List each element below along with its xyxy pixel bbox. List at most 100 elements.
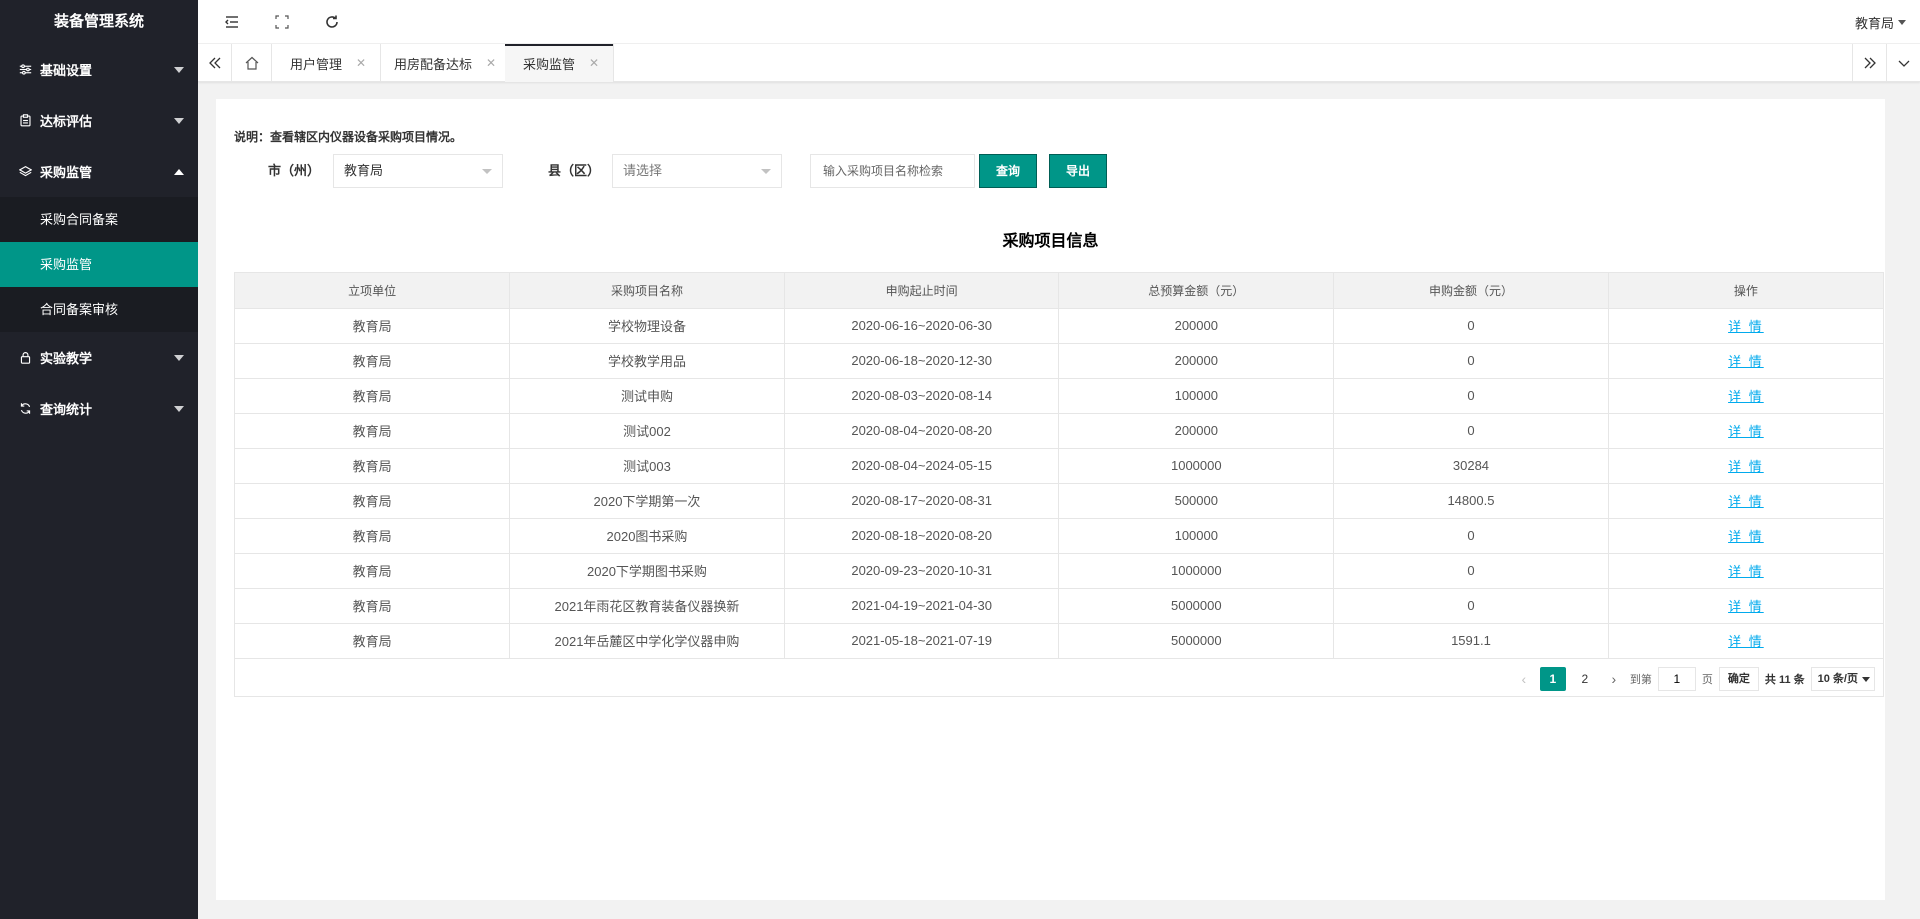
lock-icon <box>18 351 32 365</box>
cell-budget: 100000 <box>1058 518 1335 554</box>
cell-project-name: 2020下学期第一次 <box>509 483 785 519</box>
sliders-icon <box>18 63 32 77</box>
home-tab[interactable] <box>232 44 272 82</box>
sidebar-item-contract-filing[interactable]: 采购合同备案 <box>0 197 198 242</box>
close-icon[interactable]: ✕ <box>486 56 496 70</box>
refresh-button[interactable] <box>312 0 352 44</box>
county-select[interactable]: 请选择 <box>612 154 782 188</box>
column-header[interactable]: 立项单位 <box>235 273 511 309</box>
chevron-down-icon <box>174 405 184 412</box>
detail-link[interactable]: 详 情 <box>1728 319 1764 334</box>
pagination: ‹ 1 2 › 到第 页 确定 共 11 条 10 条/页 <box>1508 666 1875 692</box>
column-header[interactable]: 操作 <box>1608 273 1883 309</box>
cell-unit: 教育局 <box>235 413 511 449</box>
sidebar-item-compliance[interactable]: 达标评估 <box>0 95 198 146</box>
page-size-select[interactable]: 10 条/页 <box>1810 667 1875 691</box>
cell-unit: 教育局 <box>235 553 511 589</box>
detail-link[interactable]: 详 情 <box>1728 564 1764 579</box>
sidebar-item-statistics[interactable]: 查询统计 <box>0 383 198 434</box>
chevron-down-icon <box>1898 60 1909 67</box>
cell-action: 详 情 <box>1608 483 1883 519</box>
sidebar-item-label: 基础设置 <box>40 63 93 78</box>
detail-link[interactable]: 详 情 <box>1728 494 1764 509</box>
cell-period: 2020-08-17~2020-08-31 <box>784 483 1060 519</box>
table-row: 教育局 2020下学期图书采购 2020-09-23~2020-10-31 10000… <box>235 553 1883 589</box>
cell-unit: 教育局 <box>235 483 511 519</box>
table-row: 教育局 2020下学期第一次 2020-08-17~2020-08-31 500000… <box>235 483 1883 519</box>
clipboard-icon <box>18 114 32 128</box>
cell-budget: 200000 <box>1058 343 1335 379</box>
query-button[interactable]: 查询 <box>979 154 1037 188</box>
menu-fold-icon <box>225 16 238 28</box>
collapse-sidebar-button[interactable] <box>212 0 252 44</box>
sidebar-item-basic-settings[interactable]: 基础设置 <box>0 44 198 95</box>
cell-project-name: 测试申购 <box>509 378 785 414</box>
sidebar-item-procurement-supervision[interactable]: 采购监管 <box>0 242 198 287</box>
table-row: 教育局 测试002 2020-08-04~2020-08-20 200000 0 详 情 <box>235 413 1883 449</box>
cell-period: 2021-04-19~2021-04-30 <box>784 588 1060 624</box>
detail-link[interactable]: 详 情 <box>1728 424 1764 439</box>
cell-budget: 200000 <box>1058 308 1335 344</box>
close-icon[interactable]: ✕ <box>589 56 599 70</box>
sidebar-item-procurement[interactable]: 采购监管 <box>0 146 198 197</box>
project-search-input[interactable] <box>810 154 975 188</box>
tab-options-button[interactable] <box>1886 44 1920 82</box>
goto-page-input[interactable] <box>1657 667 1696 691</box>
user-menu[interactable]: 教育局 <box>1855 0 1906 44</box>
tab-room-compliance[interactable]: 用房配备达标 ✕ <box>376 44 512 82</box>
cell-amount: 30284 <box>1333 448 1609 484</box>
page-number-2[interactable]: 2 <box>1572 667 1598 691</box>
tab-scroll-left-button[interactable] <box>198 44 232 82</box>
detail-link[interactable]: 详 情 <box>1728 634 1764 649</box>
column-header[interactable]: 采购项目名称 <box>509 273 785 309</box>
cell-unit: 教育局 <box>235 448 511 484</box>
sidebar-item-label: 采购监管 <box>40 165 93 180</box>
tab-user-management[interactable]: 用户管理 ✕ <box>272 44 382 82</box>
cell-unit: 教育局 <box>235 588 511 624</box>
cell-unit: 教育局 <box>235 343 511 379</box>
cell-unit: 教育局 <box>235 518 511 554</box>
cell-project-name: 2020图书采购 <box>509 518 785 554</box>
detail-link[interactable]: 详 情 <box>1728 529 1764 544</box>
cell-budget: 5000000 <box>1058 588 1335 624</box>
table-row: 教育局 测试申购 2020-08-03~2020-08-14 100000 0 详 情 <box>235 378 1883 414</box>
city-select[interactable]: 教育局 <box>333 154 503 188</box>
goto-confirm-button[interactable]: 确定 <box>1718 667 1759 691</box>
sidebar-item-lab-teaching[interactable]: 实验教学 <box>0 332 198 383</box>
detail-link[interactable]: 详 情 <box>1728 354 1764 369</box>
table-row: 教育局 2020图书采购 2020-08-18~2020-08-20 100000 0 详… <box>235 518 1883 554</box>
chevron-up-icon <box>174 168 184 175</box>
tab-label: 用房配备达标 <box>394 56 473 72</box>
refresh-icon <box>326 15 338 28</box>
page-number-1[interactable]: 1 <box>1539 667 1566 691</box>
cell-project-name: 测试002 <box>509 413 785 449</box>
detail-link[interactable]: 详 情 <box>1728 459 1764 474</box>
next-page-button[interactable]: › <box>1604 667 1624 691</box>
cell-amount: 14800.5 <box>1333 483 1609 519</box>
column-header[interactable]: 申购起止时间 <box>784 273 1060 309</box>
prev-page-button[interactable]: ‹ <box>1514 667 1534 691</box>
double-chevron-right-icon <box>1864 57 1876 69</box>
close-icon[interactable]: ✕ <box>356 56 366 70</box>
county-select-placeholder: 请选择 <box>623 163 663 178</box>
sidebar-item-label: 实验教学 <box>40 351 93 366</box>
refresh-icon <box>18 402 32 416</box>
sidebar-item-contract-review[interactable]: 合同备案审核 <box>0 287 198 332</box>
section-title: 采购项目信息 <box>1002 233 1099 250</box>
tab-label: 用户管理 <box>290 56 343 72</box>
cell-amount: 0 <box>1333 308 1609 344</box>
detail-link[interactable]: 详 情 <box>1728 389 1764 404</box>
export-button[interactable]: 导出 <box>1049 154 1107 188</box>
procurement-submenu: 采购合同备案 采购监管 合同备案审核 <box>0 197 198 332</box>
detail-link[interactable]: 详 情 <box>1728 599 1764 614</box>
table-row: 教育局 2021年雨花区教育装备仪器换新 2021-04-19~2021-04-30… <box>235 588 1883 624</box>
tab-scroll-right-button[interactable] <box>1852 44 1886 82</box>
chevron-down-icon <box>174 66 184 73</box>
cell-unit: 教育局 <box>235 308 511 344</box>
column-header[interactable]: 总预算金额（元） <box>1058 273 1335 309</box>
column-header[interactable]: 申购金额（元） <box>1333 273 1609 309</box>
fullscreen-button[interactable] <box>262 0 302 44</box>
caret-down-icon <box>761 169 771 174</box>
cell-period: 2020-09-23~2020-10-31 <box>784 553 1060 589</box>
tab-procurement-supervision[interactable]: 采购监管 ✕ <box>505 44 615 82</box>
